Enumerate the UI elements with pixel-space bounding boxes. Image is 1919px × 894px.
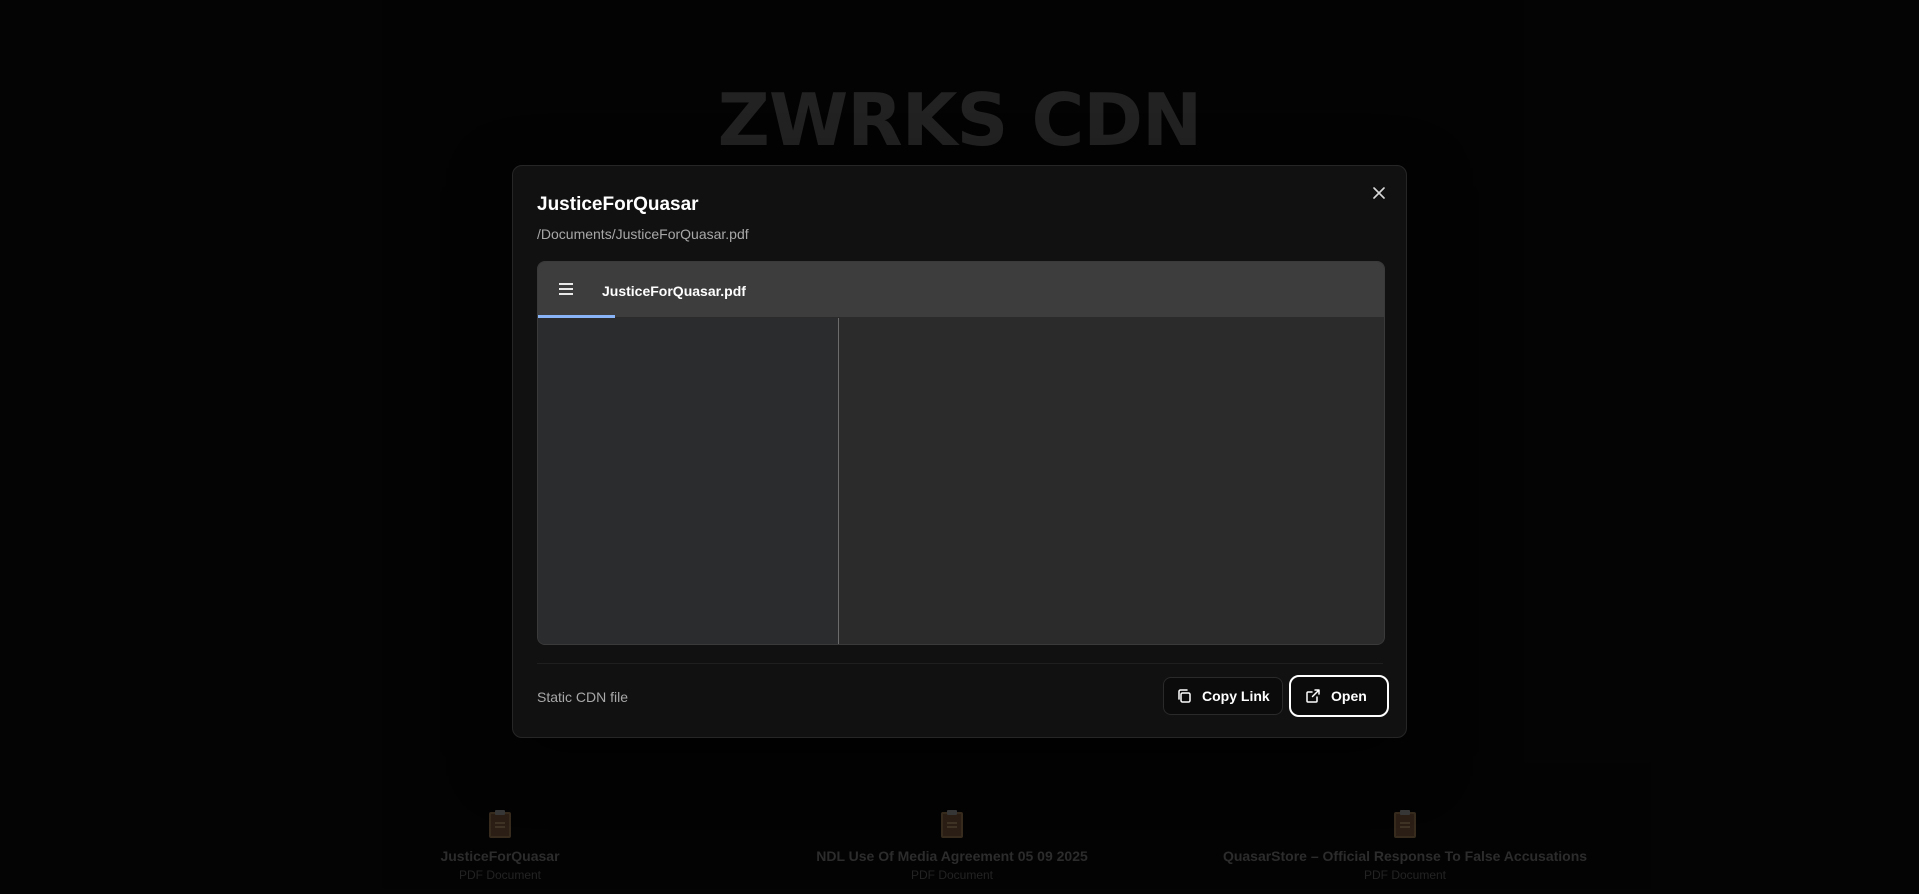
open-label: Open (1331, 688, 1367, 704)
copy-link-button[interactable]: Copy Link (1163, 677, 1283, 715)
close-icon (1373, 187, 1385, 199)
menu-button[interactable] (556, 280, 576, 298)
viewer-content[interactable] (839, 318, 1384, 644)
file-path: /Documents/JusticeForQuasar.pdf (537, 226, 749, 242)
viewer-toolbar: JusticeForQuasar.pdf (538, 262, 1384, 318)
external-link-icon (1306, 689, 1320, 703)
modal-title: JusticeForQuasar (537, 194, 699, 215)
footer-divider (537, 663, 1383, 664)
viewer-filename: JusticeForQuasar.pdf (602, 283, 746, 299)
pdf-viewer[interactable]: JusticeForQuasar.pdf (537, 261, 1385, 645)
open-button[interactable]: Open (1289, 675, 1389, 717)
footer-note: Static CDN file (537, 689, 629, 705)
viewer-sidebar[interactable] (538, 318, 839, 644)
menu-icon (559, 283, 573, 285)
copy-icon (1178, 689, 1191, 703)
file-preview-modal: JusticeForQuasar /Documents/JusticeForQu… (512, 165, 1407, 738)
copy-link-label: Copy Link (1202, 688, 1270, 704)
close-button[interactable] (1368, 182, 1390, 204)
